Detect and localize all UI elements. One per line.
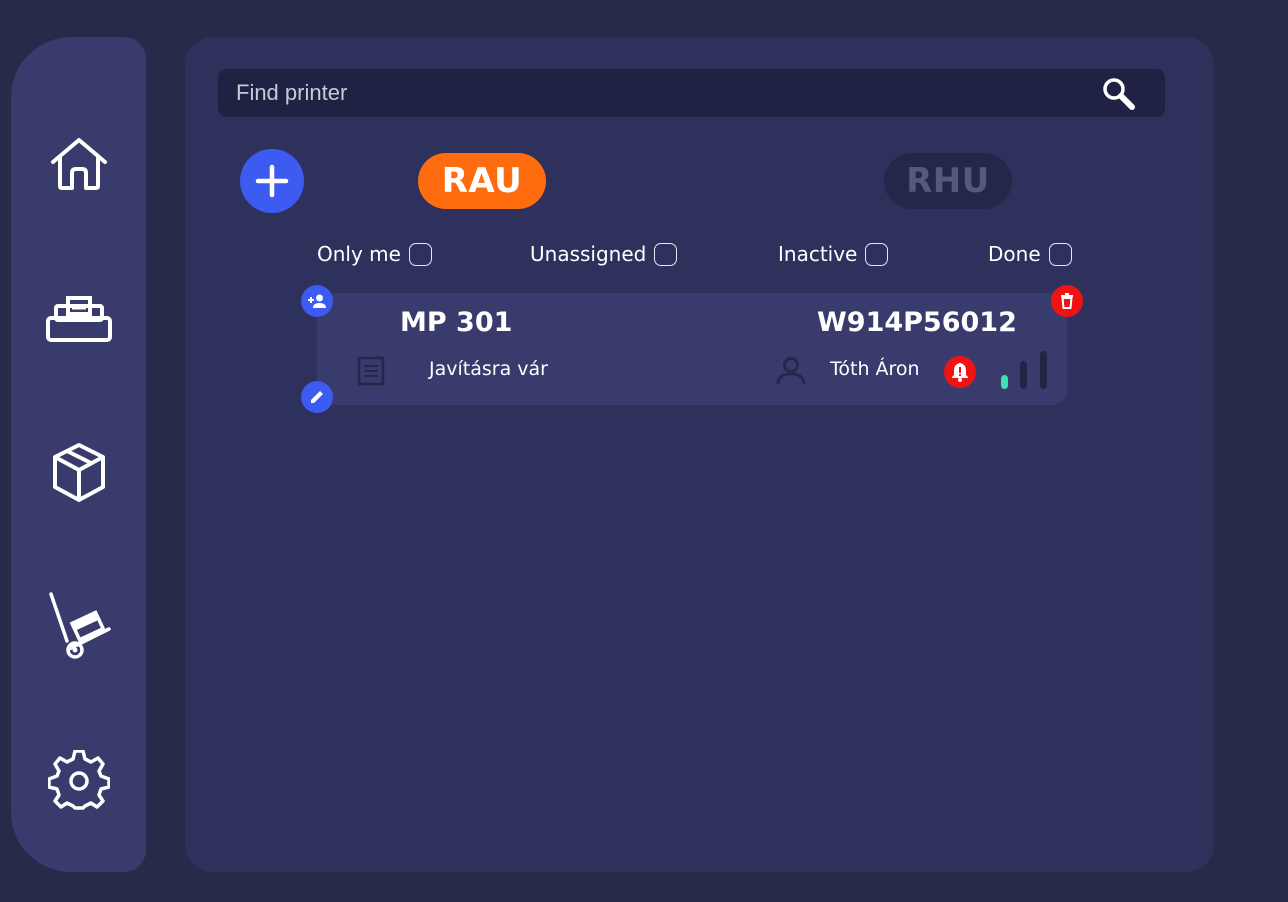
unassigned-checkbox[interactable] [654,242,678,266]
filter-label: Inactive [778,242,858,266]
filter-only-me[interactable]: Only me [317,239,432,269]
filter-label: Unassigned [530,242,647,266]
search-input[interactable] [218,69,1068,117]
sidebar [11,37,146,872]
search-button[interactable] [1102,77,1136,111]
edit-button[interactable] [301,381,333,413]
tab-rau[interactable]: RAU [418,153,546,209]
trash-icon [1061,293,1073,309]
main-panel: RAU RHU Only me Unassigned Inactive Done… [185,37,1214,872]
tab-rhu[interactable]: RHU [884,153,1012,209]
printer-status: Javításra vár [429,358,548,380]
plus-icon [255,164,289,198]
sidebar-item-home[interactable] [11,119,146,209]
home-icon [50,138,107,190]
search-bar [218,69,1165,117]
signal-bar [1020,361,1027,389]
sidebar-item-printers[interactable] [11,275,146,365]
signal-bar [1001,375,1008,389]
printer-serial: W914P56012 [817,307,1017,338]
person-add-icon [308,294,326,308]
assign-user-button[interactable] [301,285,333,317]
sidebar-item-settings[interactable] [11,736,146,826]
document-icon [357,356,385,386]
inactive-checkbox[interactable] [865,242,889,266]
search-icon [1103,78,1135,110]
filter-label: Only me [317,242,401,266]
filter-label: Done [988,242,1041,266]
delete-button[interactable] [1051,285,1083,317]
filter-unassigned[interactable]: Unassigned [530,239,678,269]
printer-icon [45,296,112,342]
only-me-checkbox[interactable] [408,242,432,266]
sidebar-item-delivery[interactable] [11,581,146,671]
sidebar-item-packages[interactable] [11,428,146,518]
signal-bar [1040,351,1047,389]
pencil-icon [311,391,323,403]
filter-inactive[interactable]: Inactive [778,239,889,269]
signal-strength [1001,349,1051,389]
filter-done[interactable]: Done [988,239,1072,269]
person-icon [776,357,806,385]
box-icon [52,443,105,502]
done-checkbox[interactable] [1048,242,1072,266]
printer-assignee: Tóth Áron [830,358,920,380]
printer-card[interactable]: MP 301 W914P56012 Javításra vár Tóth Áro… [317,293,1067,405]
hand-truck-icon [48,592,111,659]
alert-bell-icon [952,363,968,382]
gear-icon [47,750,110,810]
add-printer-button[interactable] [240,149,304,213]
alert-badge[interactable] [944,356,976,388]
printer-model: MP 301 [400,307,513,338]
